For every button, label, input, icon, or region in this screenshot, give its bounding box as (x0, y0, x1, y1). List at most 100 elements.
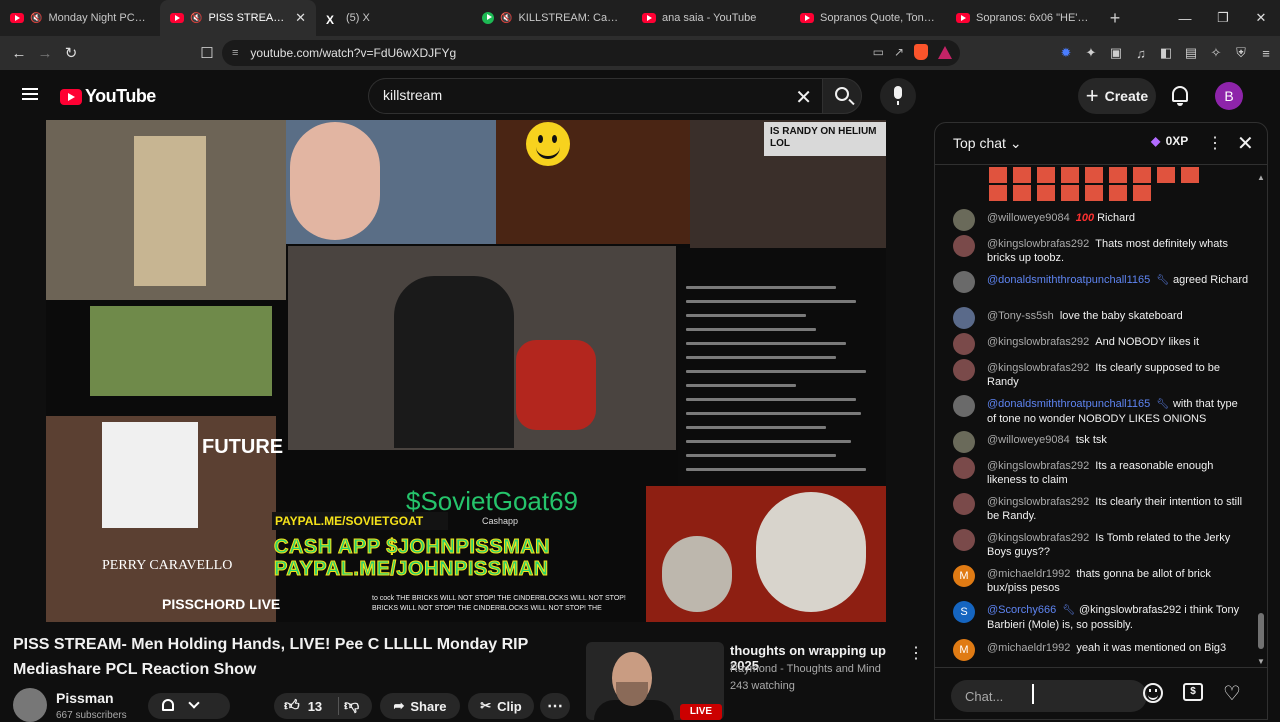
muted-speaker-icon[interactable]: 🔇 (30, 13, 42, 24)
channel-avatar[interactable] (13, 688, 47, 722)
muted-speaker-icon[interactable]: 🔇 (190, 13, 202, 24)
chat-author-avatar[interactable] (953, 395, 975, 417)
browser-tab[interactable]: Sopranos: 6x06 "HE'S A F (946, 0, 1100, 36)
browser-tab[interactable]: Sopranos Quote, Tony: He (790, 0, 946, 36)
browser-tab[interactable]: ana saia - YouTube (632, 0, 790, 36)
sidebar-icon[interactable]: ◧ (1158, 45, 1174, 61)
browser-tab[interactable]: 🔇 KILLSTREAM: Candace (472, 0, 632, 36)
clip-button[interactable]: ✂ Clip (468, 693, 534, 719)
heart-icon[interactable]: ♡ (1223, 681, 1241, 706)
reading-list-icon[interactable]: ▣ (1108, 45, 1124, 61)
scroll-up-icon[interactable]: ▲ (1257, 173, 1265, 182)
browser-tab[interactable]: 🔇 Monday Night PCL!! T (0, 0, 160, 36)
chat-author-name[interactable]: @kingslowbrafas292 (987, 460, 1089, 472)
brave-rewards-icon[interactable] (938, 45, 952, 59)
chat-author-avatar[interactable]: S (953, 601, 975, 623)
new-tab-button[interactable]: + (1100, 8, 1130, 29)
more-actions-button[interactable]: ⋯ (540, 693, 570, 719)
chat-author-name[interactable]: @willoweye9084 (987, 434, 1070, 446)
chat-author-avatar[interactable] (953, 431, 975, 453)
share-button[interactable]: ➦ Share (380, 693, 460, 719)
chat-author-name[interactable]: @donaldsmiththroatpunchall1165 (987, 274, 1150, 286)
chat-scrollbar[interactable]: ▲ ▼ (1257, 173, 1265, 666)
reload-icon[interactable]: ↻ (58, 44, 84, 62)
tab-title: PISS STREAM- Me (208, 12, 287, 24)
chat-mode-dropdown[interactable]: Top chat ⌄ (953, 135, 1022, 152)
forward-icon[interactable]: → (32, 45, 58, 62)
leo-icon[interactable]: ✧ (1208, 45, 1224, 61)
video-collage-grass (90, 306, 272, 396)
close-tab-icon[interactable]: ✕ (295, 10, 306, 26)
chat-author-name[interactable]: @kingslowbrafas292 (987, 496, 1089, 508)
chat-author-name[interactable]: @kingslowbrafas292 (987, 532, 1089, 544)
subscribed-notifications-button[interactable] (148, 693, 230, 719)
muted-speaker-icon[interactable]: 🔇 (500, 13, 512, 24)
address-bar[interactable]: ≡ youtube.com/watch?v=FdU6wXDJFYg ▭ ↗ (222, 40, 960, 66)
close-icon[interactable]: ✕ (1237, 131, 1254, 156)
search-icon (835, 87, 849, 101)
brave-shields-icon[interactable] (914, 44, 928, 60)
chat-author-avatar[interactable] (953, 209, 975, 231)
like-count[interactable]: 13 (308, 699, 322, 714)
chat-author-name[interactable]: @donaldsmiththroatpunchall1165 (987, 398, 1150, 410)
suggested-video-channel[interactable]: Raymond - Thoughts and Mind (730, 663, 881, 675)
share-page-icon[interactable]: ↗ (894, 45, 904, 59)
chat-author-name[interactable]: @willoweye9084 (987, 212, 1070, 224)
chat-author-avatar[interactable] (953, 359, 975, 381)
chat-author-avatar[interactable] (953, 457, 975, 479)
cast-icon[interactable]: ▭ (873, 45, 884, 59)
media-icon[interactable]: ♫ (1133, 46, 1149, 61)
search-button[interactable] (822, 78, 862, 114)
chat-author-avatar[interactable] (953, 493, 975, 515)
voice-search-button[interactable] (880, 78, 916, 114)
chat-author-avatar[interactable] (953, 307, 975, 329)
chat-author-name[interactable]: @kingslowbrafas292 (987, 238, 1089, 250)
more-vertical-icon[interactable]: ⋮ (1207, 133, 1223, 153)
divider (338, 697, 339, 715)
chat-author-avatar[interactable] (953, 333, 975, 355)
create-button[interactable]: + Create (1078, 78, 1156, 114)
search-input[interactable] (383, 87, 763, 103)
account-avatar[interactable]: B (1215, 82, 1243, 110)
chat-author-avatar[interactable]: M (953, 639, 975, 661)
dislike-icon[interactable]: 👎︎ (344, 697, 359, 715)
puzzle-extensions-icon[interactable]: ✦ (1083, 45, 1099, 61)
bookmark-icon[interactable]: ☐ (194, 44, 220, 62)
emoji-icon[interactable] (1143, 683, 1163, 703)
menu-icon[interactable]: ≡ (1258, 46, 1274, 61)
minimize-icon[interactable]: — (1166, 11, 1204, 26)
extension-icon[interactable]: ✹ (1058, 45, 1074, 61)
chat-author-avatar[interactable] (953, 235, 975, 257)
super-chat-icon[interactable]: $ (1183, 683, 1203, 701)
chat-author-name[interactable]: @Tony-ss5sh (987, 310, 1054, 322)
chat-author-avatar[interactable] (953, 271, 975, 293)
chat-author-name[interactable]: @kingslowbrafas292 (987, 362, 1089, 374)
site-info-icon[interactable]: ≡ (232, 47, 238, 59)
chat-author-name[interactable]: @kingslowbrafas292 (987, 336, 1089, 348)
youtube-logo[interactable]: YouTube (60, 86, 156, 107)
rumble-icon (482, 12, 494, 24)
more-vertical-icon[interactable]: ⋮ (908, 643, 924, 663)
notifications-bell-icon[interactable] (1172, 86, 1188, 106)
chat-author-name[interactable]: @michaeldr1992 (987, 642, 1070, 654)
hamburger-menu-icon[interactable] (22, 88, 38, 100)
chat-author-avatar[interactable]: M (953, 565, 975, 587)
close-window-icon[interactable]: ✕ (1242, 10, 1280, 26)
xp-badge[interactable]: ◆ 0XP (1151, 134, 1188, 148)
scrollbar-thumb[interactable] (1258, 613, 1264, 649)
chat-author-avatar[interactable] (953, 529, 975, 551)
clear-search-icon[interactable]: ✕ (795, 85, 812, 110)
channel-name[interactable]: Pissman (56, 690, 114, 706)
browser-tab[interactable]: X (5) X (316, 0, 472, 36)
like-icon[interactable]: 👍︎ (284, 697, 300, 715)
wallet-icon[interactable]: ▤ (1183, 45, 1199, 61)
maximize-icon[interactable]: ❐ (1204, 10, 1242, 26)
browser-tab-active[interactable]: 🔇 PISS STREAM- Me ✕ (160, 0, 316, 36)
back-icon[interactable]: ← (6, 45, 32, 62)
video-player[interactable]: IS RANDY ON HELIUM LOL FUTURE PERRY CARA… (46, 120, 886, 622)
chat-author-name[interactable]: @michaeldr1992 (987, 568, 1070, 580)
scroll-down-icon[interactable]: ▼ (1257, 657, 1265, 666)
chat-input[interactable] (951, 680, 1147, 712)
chat-author-name[interactable]: @Scorchy666 (987, 604, 1056, 616)
vpn-icon[interactable]: ⛨ (1233, 45, 1249, 61)
